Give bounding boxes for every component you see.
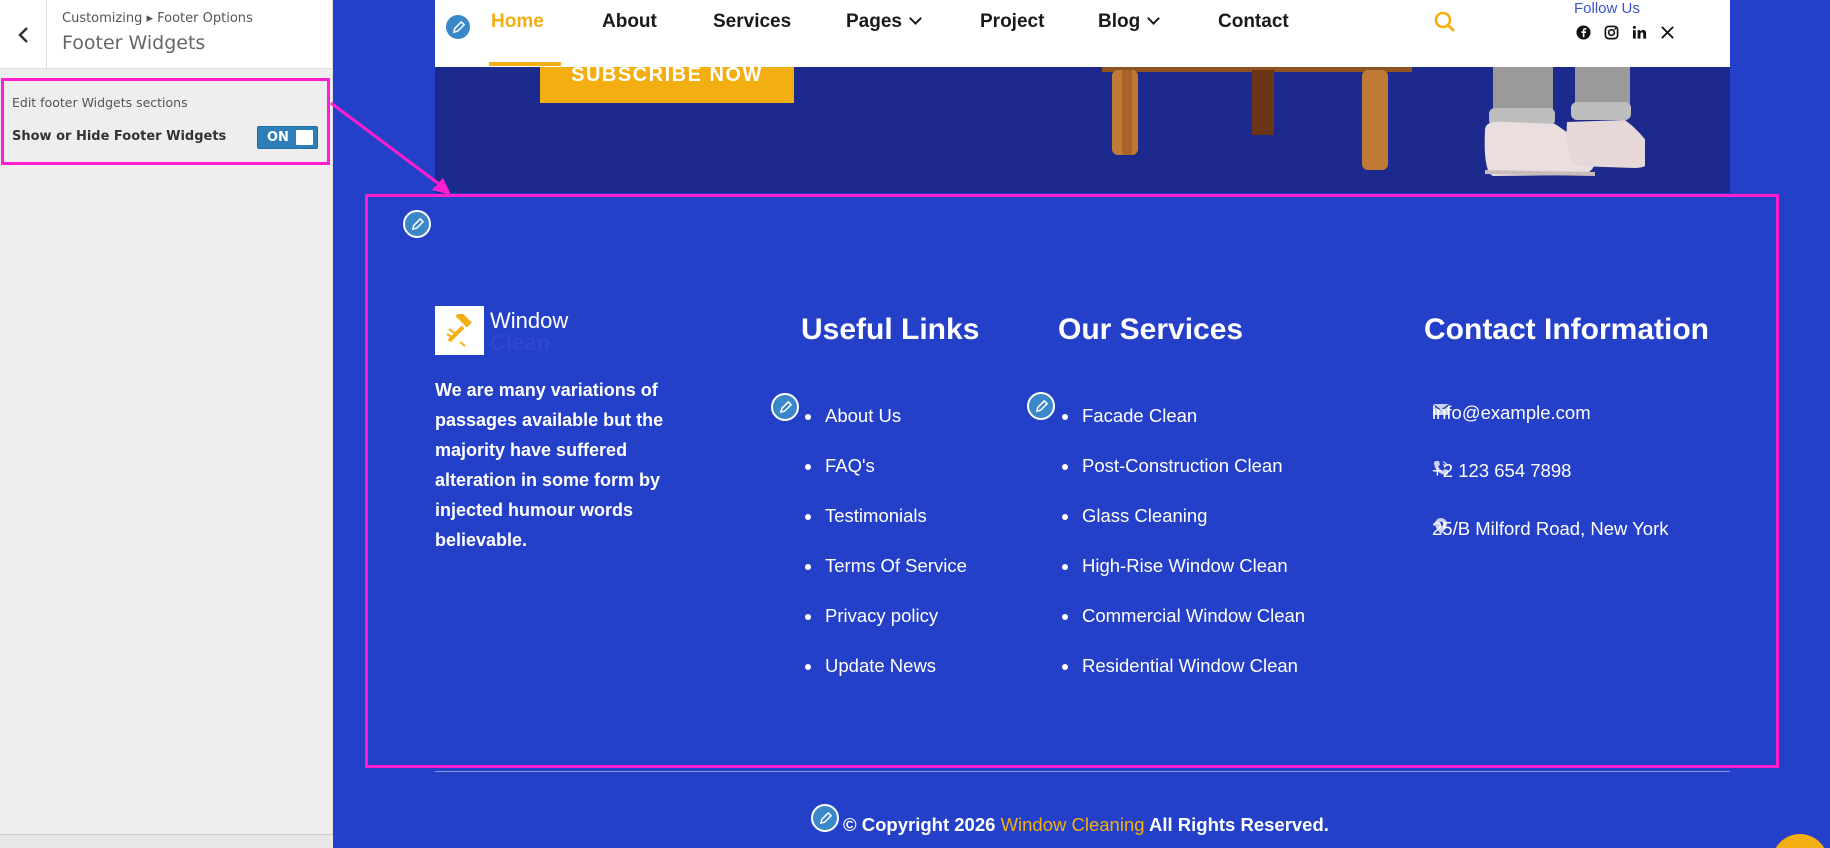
chevron-down-icon: [909, 12, 922, 25]
nav-pages[interactable]: Pages: [846, 11, 922, 33]
footer-highlight-box: [365, 194, 1779, 768]
nav-contact[interactable]: Contact: [1218, 11, 1289, 33]
nav-blog[interactable]: Blog: [1098, 11, 1161, 33]
back-button[interactable]: [0, 0, 47, 69]
pencil-icon: [819, 811, 832, 824]
facebook-icon[interactable]: [1576, 25, 1591, 40]
breadcrumb: Customizing ▸ Footer Options: [62, 11, 253, 26]
linkedin-icon[interactable]: [1632, 25, 1647, 40]
nav-pages-label: Pages: [846, 11, 902, 32]
nav-active-indicator: [489, 62, 561, 66]
copyright-brand-link[interactable]: Window Cleaning: [1001, 814, 1145, 835]
customizer-header: Customizing ▸ Footer Options Footer Widg…: [0, 0, 332, 69]
nav-home[interactable]: Home: [491, 11, 544, 33]
sidebar-highlight-box: [1, 78, 330, 165]
copyright-text: © Copyright 2026 Window Cleaning All Rig…: [843, 814, 1329, 836]
panel-title: Footer Widgets: [62, 32, 206, 54]
copyright-edit-shortcut[interactable]: [811, 804, 839, 832]
pencil-icon: [452, 20, 465, 33]
scroll-to-top-button[interactable]: [1772, 834, 1828, 848]
nav-blog-label: Blog: [1098, 11, 1141, 32]
nav-project[interactable]: Project: [980, 11, 1044, 33]
x-icon[interactable]: [1660, 25, 1675, 40]
site-preview: SUBSCRIBE NOW Home About Services Pages: [333, 0, 1830, 848]
copyright-prefix: © Copyright 2026: [843, 814, 996, 835]
search-icon[interactable]: [1434, 11, 1456, 33]
customizer-sidebar: Customizing ▸ Footer Options Footer Widg…: [0, 0, 333, 848]
footer-divider: [435, 771, 1730, 772]
copyright-suffix: All Rights Reserved.: [1149, 814, 1329, 835]
follow-us-label: Follow Us: [1574, 0, 1640, 17]
main-navbar: Home About Services Pages Project Blog C…: [435, 0, 1730, 67]
chevron-down-icon: [1147, 12, 1161, 25]
chevron-left-icon: [18, 26, 28, 43]
nav-edit-shortcut[interactable]: [444, 13, 472, 41]
instagram-icon[interactable]: [1604, 25, 1619, 40]
sidebar-footer-bar: [0, 834, 333, 848]
shoes-illustration: [1484, 60, 1645, 176]
nav-about[interactable]: About: [602, 11, 657, 33]
nav-services[interactable]: Services: [713, 11, 791, 33]
